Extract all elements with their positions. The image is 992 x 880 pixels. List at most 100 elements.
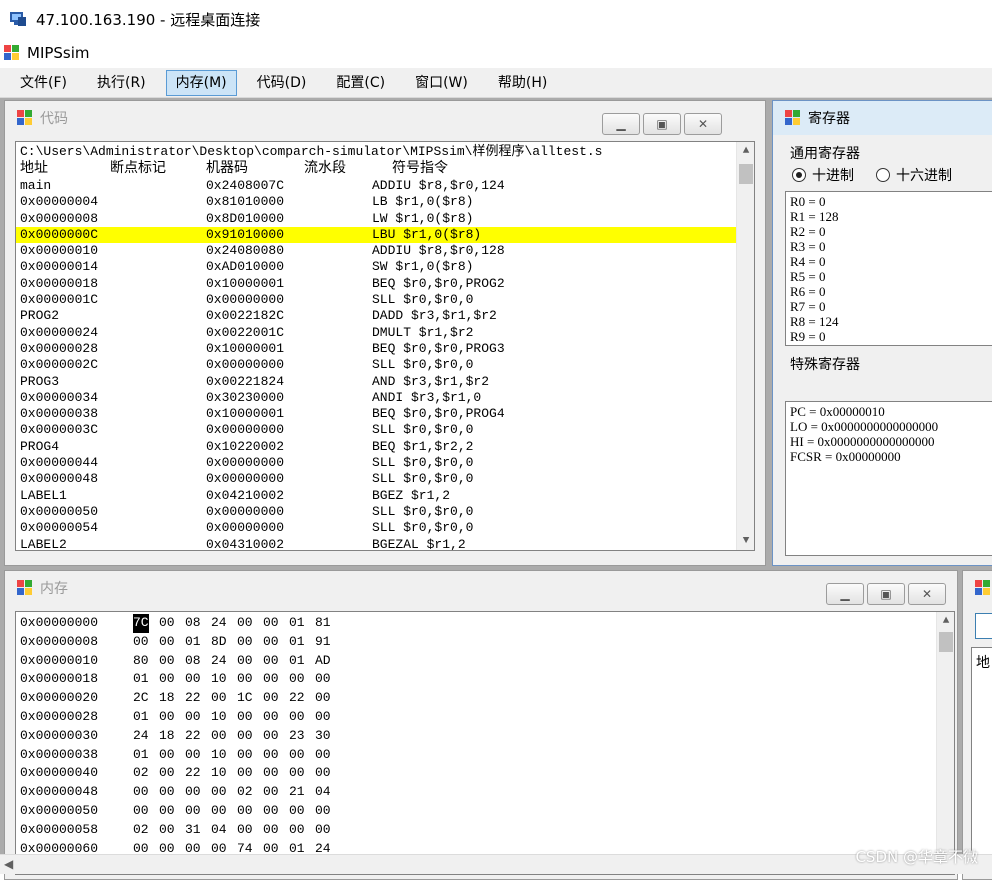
memory-byte[interactable]: 04 [211,821,237,840]
memory-byte[interactable]: 18 [159,689,185,708]
code-row[interactable]: 0x00000014 0xAD010000 SW $r1,0($r8) [16,259,736,275]
code-row[interactable]: 0x00000054 0x00000000 SLL $r0,$r0,0 [16,520,736,536]
memory-byte[interactable]: 00 [211,802,237,821]
memory-byte[interactable]: 00 [263,802,289,821]
memory-scrollbar[interactable]: ▲ ▼ [936,612,954,874]
memory-row[interactable]: 0x00000000 7C 00 08 24 00 00 01 81 [16,614,916,633]
memory-row[interactable]: 0x00000040 02 00 22 10 00 00 00 00 [16,764,916,783]
scroll-down-icon[interactable]: ▼ [737,532,754,550]
memory-byte[interactable]: 02 [133,764,159,783]
memory-byte[interactable]: 00 [133,802,159,821]
code-row[interactable]: 0x00000004 0x81010000 LB $r1,0($r8) [16,194,736,210]
code-row[interactable]: LABEL2 0x04310002 BGEZAL $r1,2 [16,537,736,550]
memory-byte[interactable]: 18 [159,727,185,746]
memory-byte[interactable]: 00 [185,783,211,802]
memory-byte[interactable]: 24 [211,614,237,633]
memory-row[interactable]: 0x00000020 2C 18 22 00 1C 00 22 00 [16,689,916,708]
memory-byte[interactable]: 00 [159,783,185,802]
code-row[interactable]: main 0x2408007C ADDIU $r8,$r0,124 [16,178,736,194]
memory-byte[interactable]: 22 [185,727,211,746]
memory-byte[interactable]: 00 [263,689,289,708]
scroll-thumb[interactable] [939,632,953,652]
memory-byte[interactable]: 08 [185,652,211,671]
menu-help[interactable]: 帮助(H) [488,70,557,96]
memory-byte[interactable]: 04 [315,783,341,802]
menu-run[interactable]: 执行(R) [87,70,156,96]
memory-byte[interactable]: 00 [263,821,289,840]
memory-byte[interactable]: 00 [159,614,185,633]
horizontal-scrollbar[interactable]: ◀ [0,854,992,874]
memory-byte[interactable]: 00 [133,633,159,652]
memory-byte[interactable]: 00 [159,708,185,727]
partial-button[interactable] [975,613,992,639]
memory-byte[interactable]: 00 [185,670,211,689]
code-row[interactable]: 0x00000018 0x10000001 BEQ $r0,$r0,PROG2 [16,276,736,292]
code-row[interactable]: 0x00000008 0x8D010000 LW $r1,0($r8) [16,211,736,227]
memory-byte[interactable]: 01 [185,633,211,652]
memory-byte[interactable]: 31 [185,821,211,840]
memory-byte[interactable]: 00 [315,670,341,689]
memory-byte[interactable]: 00 [237,727,263,746]
memory-byte[interactable]: 00 [211,689,237,708]
memory-byte[interactable]: 00 [237,764,263,783]
code-row[interactable]: 0x0000003C 0x00000000 SLL $r0,$r0,0 [16,422,736,438]
memory-byte[interactable]: 00 [289,764,315,783]
code-row[interactable]: PROG2 0x0022182C DADD $r3,$r1,$r2 [16,308,736,324]
memory-byte[interactable]: 00 [263,764,289,783]
close-button[interactable]: ✕ [684,113,722,135]
menu-file[interactable]: 文件(F) [10,70,77,96]
scroll-up-icon[interactable]: ▲ [737,142,754,160]
memory-byte[interactable]: 00 [315,802,341,821]
memory-byte[interactable]: 10 [211,708,237,727]
memory-byte[interactable]: 00 [159,633,185,652]
memory-byte[interactable]: 01 [133,670,159,689]
code-row[interactable]: 0x00000034 0x30230000 ANDI $r3,$r1,0 [16,390,736,406]
memory-byte[interactable]: 00 [263,670,289,689]
code-row[interactable]: 0x0000001C 0x00000000 SLL $r0,$r0,0 [16,292,736,308]
memory-listing[interactable]: 0x00000000 7C 00 08 24 00 00 01 81 0x00000008 00 00… [15,611,955,875]
close-button[interactable]: ✕ [908,583,946,605]
special-reg-list[interactable]: PC = 0x00000010 LO = 0x0000000000000000 HI… [785,401,992,556]
memory-byte[interactable]: 00 [159,652,185,671]
memory-byte[interactable]: 00 [315,764,341,783]
scroll-left-icon[interactable]: ◀ [4,857,13,871]
memory-byte[interactable]: 22 [185,689,211,708]
gpr-list[interactable]: R0 = 0 R1 = 128 R2 = 0 R3 = 0 R4 = 0 R5 = 0 R6… [785,191,992,346]
memory-byte[interactable]: 00 [263,727,289,746]
memory-row[interactable]: 0x00000018 01 00 00 10 00 00 00 00 [16,670,916,689]
code-row[interactable]: 0x00000010 0x24080080 ADDIU $r8,$r0,128 [16,243,736,259]
minimize-button[interactable]: ▁ [826,583,864,605]
memory-byte[interactable]: 30 [315,727,341,746]
memory-byte[interactable]: 00 [315,708,341,727]
memory-byte[interactable]: 8D [211,633,237,652]
memory-byte[interactable]: 00 [289,708,315,727]
memory-row[interactable]: 0x00000058 02 00 31 04 00 00 00 00 [16,821,916,840]
memory-byte[interactable]: 00 [237,670,263,689]
memory-byte[interactable]: 01 [133,746,159,765]
memory-byte[interactable]: 08 [185,614,211,633]
memory-byte[interactable]: 23 [289,727,315,746]
memory-byte[interactable]: 00 [263,633,289,652]
code-row[interactable]: LABEL1 0x04210002 BGEZ $r1,2 [16,488,736,504]
menu-window[interactable]: 窗口(W) [405,70,478,96]
code-scrollbar[interactable]: ▲ ▼ [736,142,754,550]
memory-byte[interactable]: 00 [237,652,263,671]
code-row[interactable]: PROG4 0x10220002 BEQ $r1,$r2,2 [16,439,736,455]
memory-byte[interactable]: 24 [211,652,237,671]
memory-byte[interactable]: 10 [211,746,237,765]
memory-byte[interactable]: 00 [211,727,237,746]
memory-byte[interactable]: 00 [289,746,315,765]
memory-byte[interactable]: 2C [133,689,159,708]
memory-byte[interactable]: 00 [159,821,185,840]
code-row[interactable]: 0x00000044 0x00000000 SLL $r0,$r0,0 [16,455,736,471]
memory-byte[interactable]: 02 [237,783,263,802]
menu-config[interactable]: 配置(C) [326,70,395,96]
memory-byte[interactable]: 01 [289,614,315,633]
memory-byte[interactable]: 00 [263,614,289,633]
radio-hex[interactable]: 十六进制 [876,165,952,185]
memory-byte[interactable]: 00 [289,821,315,840]
scroll-thumb[interactable] [739,164,753,184]
memory-byte[interactable]: 00 [237,746,263,765]
memory-byte[interactable]: 00 [289,670,315,689]
maximize-button[interactable]: ▣ [643,113,681,135]
